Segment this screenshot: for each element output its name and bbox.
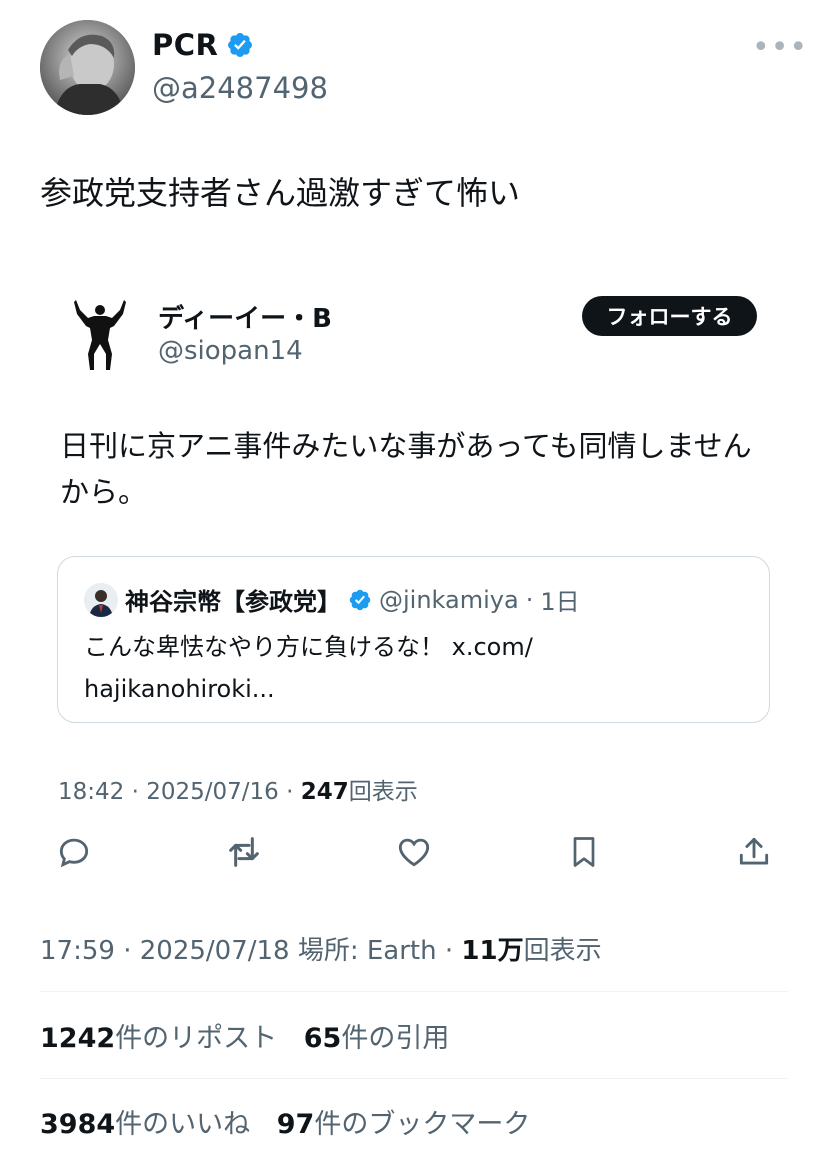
separator-dot: · <box>123 936 132 966</box>
nested-quote-age: 1日 <box>540 588 580 616</box>
separator-dot: · <box>131 779 139 805</box>
nested-quote-text-line2[interactable]: hajikanohiroki... <box>84 668 744 710</box>
stats-row-likes: 3984件のいいね 97件のブックマーク <box>40 1102 548 1141</box>
verified-badge-icon <box>228 33 253 57</box>
like-icon[interactable] <box>394 830 434 874</box>
nested-quote-name[interactable]: 神谷宗幣【参政党】 <box>125 582 341 617</box>
divider <box>40 1078 788 1079</box>
tweet-views-count: 11万 <box>461 936 524 966</box>
bookmark-icon[interactable] <box>564 830 604 874</box>
quoted-views-label: 回表示 <box>348 779 418 805</box>
author-handle[interactable]: @a2487498 <box>152 71 328 105</box>
quoted-author-handle[interactable]: @siopan14 <box>158 336 303 366</box>
quoted-date: 2025/07/16 <box>146 779 279 805</box>
stats-row-reposts: 1242件のリポスト 65件の引用 <box>40 1016 467 1055</box>
author-name[interactable]: PCR <box>152 28 218 62</box>
bodybuilder-icon <box>60 296 140 376</box>
likes-stat[interactable]: 3984件のいいね <box>40 1109 250 1140</box>
nested-quote-text-line1: こんな卑怯なやり方に負けるな！ x.com/ <box>84 633 533 661</box>
quotes-stat[interactable]: 65件の引用 <box>304 1023 450 1054</box>
bookmarks-stat[interactable]: 97件のブックマーク <box>277 1109 531 1140</box>
follow-button[interactable]: フォローする <box>582 296 757 336</box>
quoted-tweet-text: 日刊に京アニ事件みたいな事があっても同情しませんから。 <box>60 429 752 509</box>
separator-dot: · <box>444 936 454 966</box>
more-options-icon[interactable]: ••• <box>752 33 808 63</box>
nested-quote-handle[interactable]: @jinkamiya <box>379 586 519 614</box>
divider <box>40 991 788 992</box>
author-avatar[interactable] <box>40 20 135 115</box>
bookmarks-count: 97 <box>276 1109 315 1140</box>
quoted-tweet-meta: 18:42 · 2025/07/16 · 247回表示 <box>58 772 418 806</box>
tweet-time: 17:59 <box>40 936 115 966</box>
quoted-author-name[interactable]: ディーイー・B <box>158 298 332 335</box>
likes-count: 3984 <box>40 1109 116 1140</box>
tweet-text: 参政党支持者さん過激すぎて怖い <box>40 174 521 212</box>
bookmarks-label: 件のブックマーク <box>314 1109 531 1140</box>
reposts-stat[interactable]: 1242件のリポスト <box>40 1023 277 1054</box>
separator-dot: · <box>286 779 294 805</box>
repost-icon[interactable] <box>224 830 264 874</box>
action-bar <box>54 830 774 874</box>
reposts-label: 件のリポスト <box>115 1023 278 1054</box>
reposts-count: 1242 <box>40 1023 116 1054</box>
reply-icon[interactable] <box>54 830 94 874</box>
separator-dot: · <box>525 585 534 614</box>
verified-badge-icon <box>349 589 371 610</box>
quotes-label: 件の引用 <box>341 1023 450 1054</box>
nested-quote-text: こんな卑怯なやり方に負けるな！ x.com/ hajikanohiroki... <box>84 626 744 710</box>
quotes-count: 65 <box>303 1023 342 1054</box>
tweet-views-label: 回表示 <box>523 936 602 966</box>
tweet-location: 場所: Earth <box>297 936 437 966</box>
nested-quote-avatar[interactable] <box>84 582 118 617</box>
share-icon[interactable] <box>734 830 774 874</box>
quoted-time: 18:42 <box>58 779 125 805</box>
likes-label: 件のいいね <box>115 1109 251 1140</box>
tweet-date: 2025/07/18 <box>139 936 290 966</box>
quoted-author-avatar[interactable] <box>60 296 140 376</box>
tweet-meta: 17:59 · 2025/07/18 場所: Earth · 11万回表示 <box>40 930 602 967</box>
quoted-views-count: 247 <box>300 779 349 805</box>
